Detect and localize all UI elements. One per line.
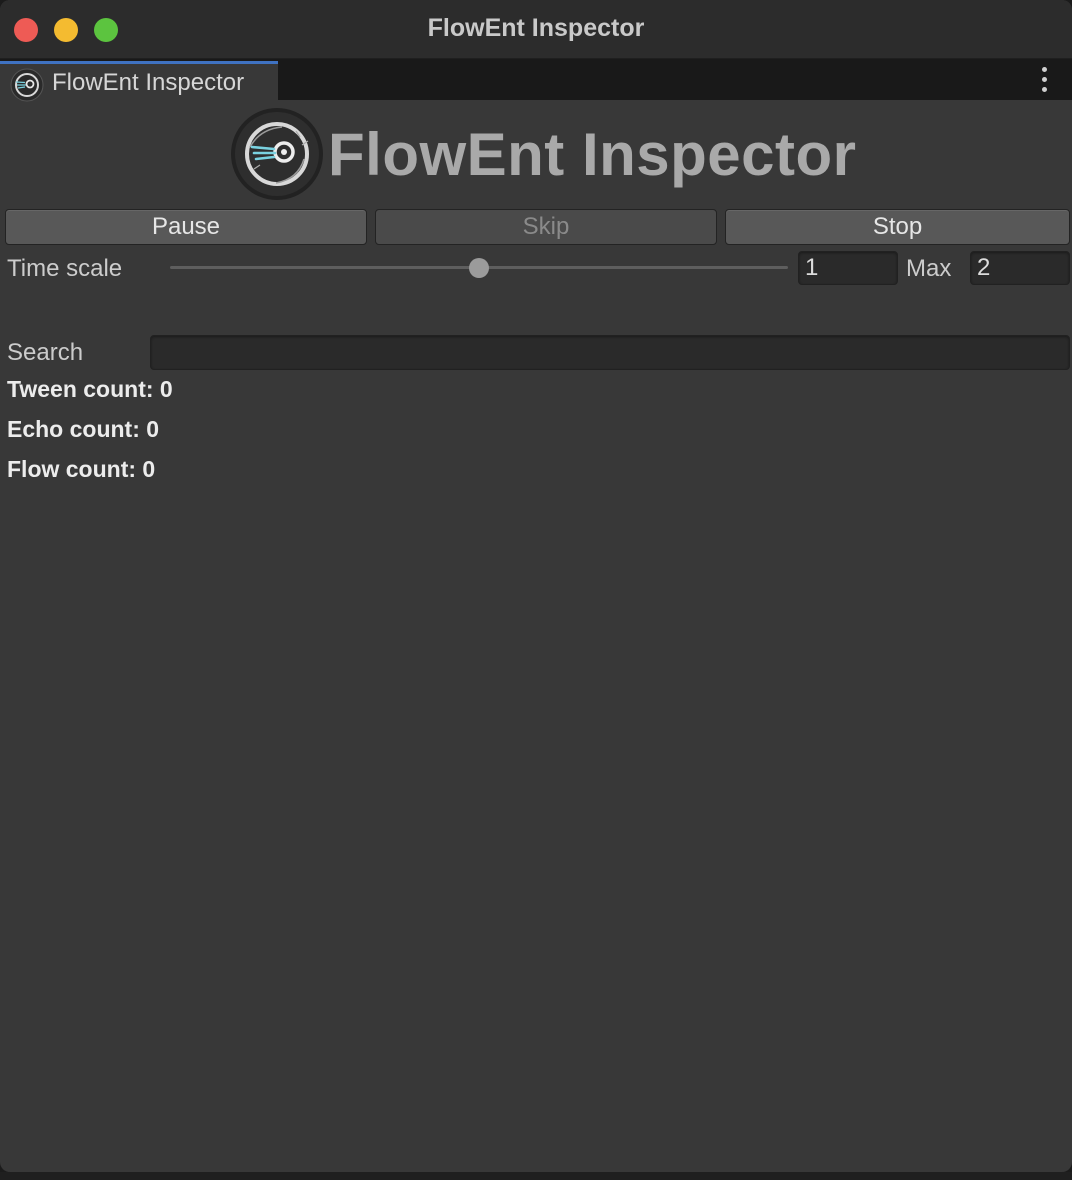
title-bar[interactable]: FlowEnt Inspector <box>0 0 1072 59</box>
window-edge <box>0 1172 1072 1180</box>
flowent-logo-icon <box>10 68 44 102</box>
window-title: FlowEnt Inspector <box>427 14 645 42</box>
inspector-window: FlowEnt Inspector FlowEnt Inspector Flow… <box>0 0 1072 1172</box>
search-input[interactable] <box>150 335 1070 370</box>
more-options-icon[interactable] <box>1032 65 1056 95</box>
tab-label: FlowEnt Inspector <box>52 69 245 96</box>
tab-strip: FlowEnt Inspector <box>0 59 1072 102</box>
search-label: Search <box>7 339 84 366</box>
flowent-logo-icon <box>231 108 323 200</box>
echo-count: Echo count: 0 <box>7 416 160 442</box>
stop-button[interactable]: Stop <box>725 209 1070 245</box>
skip-button[interactable]: Skip <box>375 209 717 245</box>
time-scale-label: Time scale <box>7 255 123 282</box>
tween-count: Tween count: 0 <box>7 376 173 402</box>
max-input[interactable] <box>970 251 1070 285</box>
tab-flowent-inspector[interactable]: FlowEnt Inspector <box>0 61 278 102</box>
time-scale-slider-thumb[interactable] <box>469 258 489 278</box>
time-scale-input[interactable] <box>798 251 898 285</box>
page-title: FlowEnt Inspector <box>328 121 857 188</box>
pause-button[interactable]: Pause <box>5 209 367 245</box>
flow-count: Flow count: 0 <box>7 456 156 482</box>
max-label: Max <box>906 255 952 282</box>
